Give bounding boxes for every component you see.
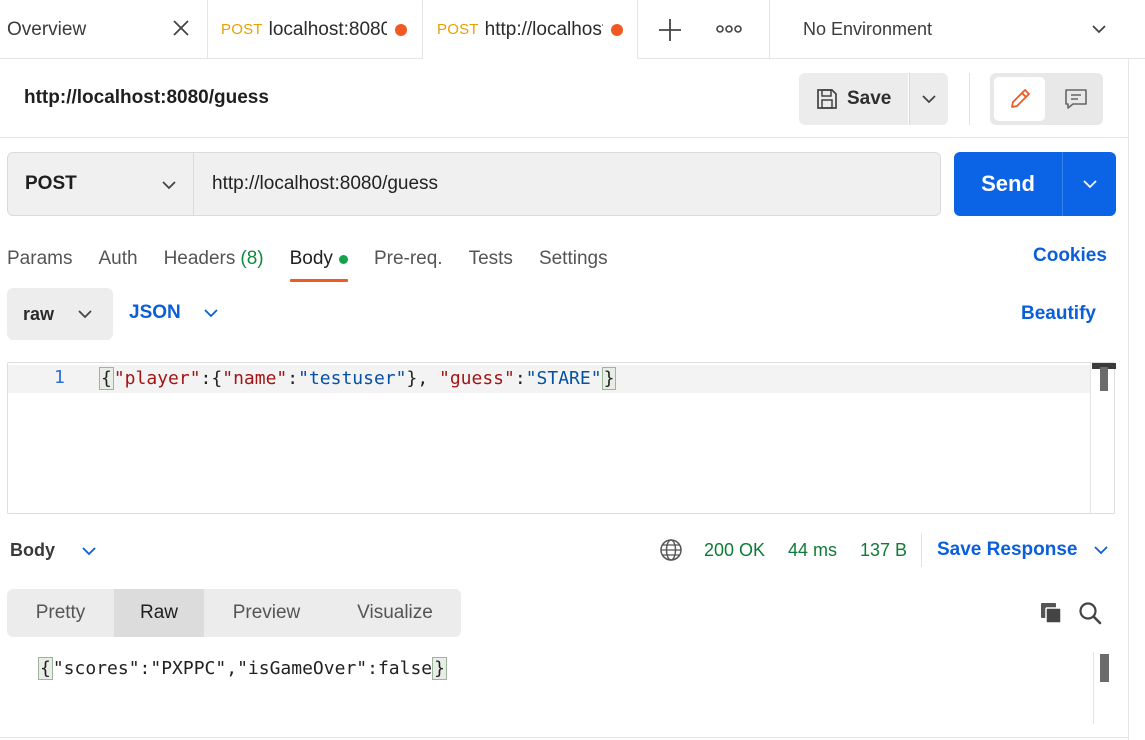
edit-mode-button[interactable] — [994, 77, 1045, 121]
body-type-label: raw — [23, 303, 55, 324]
body-format-label: JSON — [129, 302, 181, 323]
json-key: "guess" — [439, 368, 515, 389]
tab-overview[interactable]: Overview — [0, 0, 208, 59]
tab-tests[interactable]: Tests — [469, 242, 513, 282]
unsaved-dot-icon — [610, 23, 623, 36]
request-body-editor[interactable]: 1 {"player":{"name":"testuser"}, "guess"… — [7, 362, 1116, 514]
copy-icon[interactable] — [1038, 600, 1064, 626]
save-group: Save — [799, 73, 948, 125]
tab-settings-label: Settings — [538, 248, 608, 269]
chevron-down-icon — [82, 546, 96, 555]
plus-icon[interactable] — [656, 16, 684, 44]
panel-border — [1128, 59, 1129, 740]
pencil-icon — [1010, 89, 1030, 108]
headers-count: (8) — [240, 248, 264, 269]
view-tab-raw[interactable]: Raw — [114, 589, 204, 637]
bottom-border — [0, 737, 1128, 738]
tab-settings[interactable]: Settings — [539, 242, 608, 282]
body-indicator-dot-icon — [338, 254, 348, 264]
header-divider — [0, 137, 1128, 138]
request-subtabs: Params Auth Headers (8) Body Pre-req. Te… — [7, 242, 634, 282]
environment-selector[interactable]: No Environment — [769, 0, 1129, 59]
response-time[interactable]: 44 ms — [788, 540, 837, 561]
json-key: "player" — [113, 368, 201, 389]
tab-body[interactable]: Body — [289, 242, 349, 282]
tab-params-label: Params — [7, 248, 73, 269]
tab-request-guess[interactable]: POST http://localhost:8080/guess — [423, 0, 638, 60]
globe-icon[interactable] — [659, 538, 683, 562]
response-scroll-thumb[interactable] — [1100, 654, 1109, 682]
unsaved-dot-icon — [394, 23, 407, 36]
cookies-link[interactable]: Cookies — [1033, 245, 1107, 267]
editor-scroll-thumb[interactable] — [1100, 367, 1108, 391]
close-icon[interactable] — [170, 17, 192, 39]
send-button[interactable]: Send — [954, 152, 1062, 216]
tab-params[interactable]: Params — [7, 242, 72, 282]
save-icon — [817, 89, 837, 109]
more-icon[interactable] — [715, 18, 743, 40]
chevron-down-icon — [1092, 25, 1106, 34]
tab-request-localhost[interactable]: POST localhost:8080 — [208, 0, 423, 59]
comment-mode-button[interactable] — [1050, 77, 1101, 121]
response-body-text: "scores":"PXPPC","isGameOver":false — [52, 658, 433, 679]
json-string: "testuser" — [298, 368, 407, 389]
body-format-select[interactable]: JSON — [129, 302, 221, 324]
view-tab-preview[interactable]: Preview — [204, 589, 329, 637]
comment-icon — [1064, 89, 1087, 109]
json-string: "STARE" — [525, 368, 602, 389]
code-line[interactable]: {"player":{"name":"testuser"}, "guess":"… — [99, 365, 617, 393]
tab-prereq[interactable]: Pre-req. — [374, 242, 443, 282]
save-label: Save — [847, 88, 892, 109]
tab-method-tag: POST — [221, 21, 263, 38]
response-section-select[interactable]: Body — [10, 540, 99, 561]
view-tab-visualize[interactable]: Visualize — [329, 589, 461, 637]
save-button[interactable]: Save — [799, 73, 908, 125]
response-view-tabs: Pretty Raw Preview Visualize — [7, 589, 461, 637]
response-size[interactable]: 137 B — [860, 540, 907, 561]
method-select[interactable]: POST — [8, 153, 194, 215]
search-icon[interactable] — [1077, 600, 1103, 626]
view-mode-toggle — [990, 73, 1103, 125]
tab-prereq-label: Pre-req. — [373, 248, 443, 269]
response-scroll-track — [1093, 652, 1094, 724]
send-options-button[interactable] — [1062, 152, 1116, 216]
tab-title: localhost:8080 — [268, 18, 387, 40]
tab-auth[interactable]: Auth — [98, 242, 137, 282]
tab-headers[interactable]: Headers (8) — [164, 242, 264, 282]
request-title: http://localhost:8080/guess — [24, 87, 269, 108]
tab-strip: Overview POST localhost:8080 POST http:/… — [0, 0, 1145, 60]
body-type-select[interactable]: raw — [7, 288, 113, 340]
tab-headers-label: Headers — [163, 248, 236, 269]
send-button-group: Send — [954, 152, 1116, 216]
chevron-down-icon — [1094, 546, 1109, 555]
chevron-down-icon — [78, 310, 92, 319]
chevron-down-icon — [1082, 180, 1097, 189]
response-status[interactable]: 200 OK — [704, 540, 765, 561]
beautify-link[interactable]: Beautify — [1021, 303, 1096, 325]
save-response-label: Save Response — [937, 539, 1078, 560]
line-number: 1 — [54, 367, 65, 388]
editor-scroll-track — [1090, 363, 1091, 513]
save-response-button[interactable]: Save Response — [937, 539, 1111, 561]
chevron-down-icon — [162, 181, 176, 190]
tab-tests-label: Tests — [468, 248, 513, 269]
tab-overview-label: Overview — [7, 18, 87, 40]
divider — [921, 533, 922, 567]
response-section-label: Body — [10, 540, 55, 560]
chevron-down-icon — [922, 95, 936, 104]
url-input[interactable] — [194, 153, 940, 215]
save-options-button[interactable] — [909, 73, 948, 125]
divider — [969, 73, 970, 125]
tab-body-label: Body — [289, 248, 333, 269]
url-bar: POST — [7, 152, 941, 216]
tab-auth-label: Auth — [98, 248, 138, 269]
view-tab-pretty[interactable]: Pretty — [7, 589, 114, 637]
environment-label: No Environment — [803, 19, 933, 39]
response-body[interactable]: {"scores":"PXPPC","isGameOver":false} — [38, 655, 447, 683]
tab-method-tag: POST — [437, 21, 479, 38]
tab-title: http://localhost:8080/guess — [484, 18, 603, 40]
json-key: "name" — [222, 368, 288, 389]
method-label: POST — [25, 173, 77, 194]
chevron-down-icon — [204, 309, 218, 318]
